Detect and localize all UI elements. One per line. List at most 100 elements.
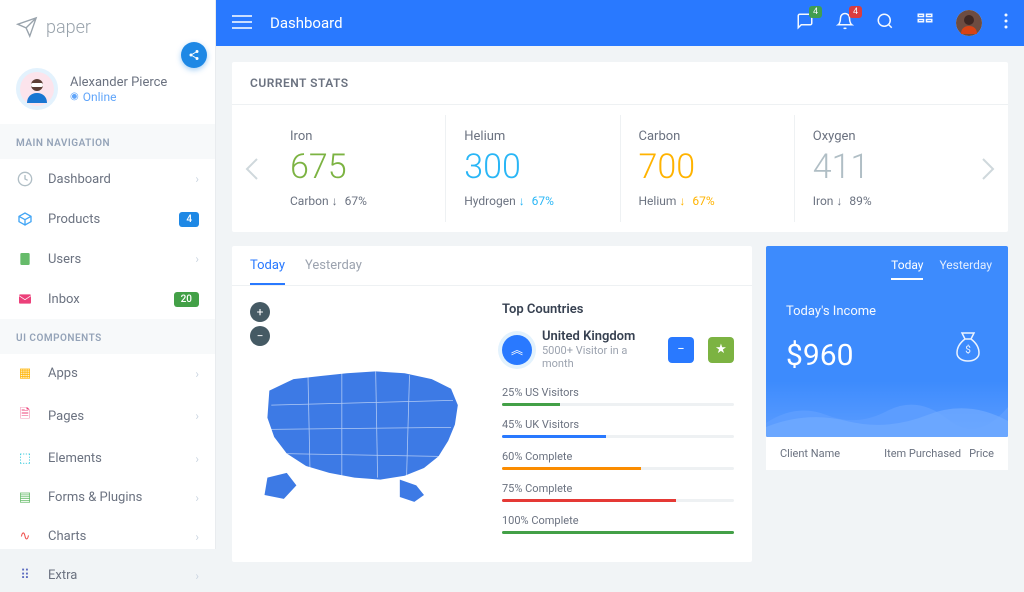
stat-value: 700 — [639, 150, 776, 184]
tab-today[interactable]: Today — [250, 258, 285, 285]
nav-header-main: MAIN NAVIGATION — [0, 124, 215, 159]
nav-icon: ▤ — [16, 490, 34, 505]
user-icon — [16, 251, 34, 267]
more-button[interactable] — [1004, 13, 1008, 33]
income-card: Today Yesterday Today's Income $960 $ — [766, 246, 1008, 437]
chevron-right-icon: › — [195, 530, 199, 544]
stat-title: Helium — [464, 129, 601, 144]
apps-button[interactable] — [916, 12, 934, 34]
nav-label: Pages — [48, 409, 84, 424]
income-amount: $960 — [786, 338, 853, 373]
apps-icon — [916, 12, 934, 30]
stat-helium: Helium300Hydrogen ↓ 67% — [446, 115, 620, 222]
scroll-up-icon[interactable]: ︽ — [502, 335, 532, 365]
sidebar-item-users[interactable]: Users › — [0, 239, 215, 279]
progress-label: 60% Complete — [502, 450, 734, 463]
paper-plane-icon — [16, 16, 38, 38]
chevron-right-icon: › — [195, 252, 199, 266]
share-button[interactable] — [181, 42, 207, 68]
nav-label: Apps — [48, 366, 78, 381]
messages-count: 4 — [809, 6, 822, 18]
sidebar-item-elements[interactable]: ⬚Elements› — [0, 439, 215, 478]
progress-bar — [502, 467, 734, 470]
stats-next[interactable] — [968, 155, 1008, 183]
zoom-out[interactable]: − — [250, 326, 270, 346]
envelope-icon — [16, 291, 34, 307]
notifications-button[interactable]: 4 — [836, 12, 854, 34]
nav-label: Products — [48, 212, 100, 227]
income-title: Today's Income — [786, 304, 988, 319]
sidebar-item-apps[interactable]: ▦Apps› — [0, 354, 215, 393]
country-action-2[interactable]: ★ — [708, 337, 734, 363]
countries-title: Top Countries — [502, 302, 734, 317]
page-title: Dashboard — [270, 14, 343, 32]
sidebar-item-inbox[interactable]: Inbox20 — [0, 279, 215, 319]
wave-chart — [766, 393, 1008, 437]
stat-sub: Carbon ↓ 67% — [290, 194, 427, 208]
svg-text:$: $ — [965, 343, 971, 356]
share-icon — [188, 49, 200, 61]
main-area: Dashboard 4 4 CURR — [216, 0, 1024, 549]
map-panel: Today Yesterday + − — [232, 246, 752, 562]
clients-table: Client Name Item Purchased Price — [766, 437, 1008, 470]
search-button[interactable] — [876, 12, 894, 34]
money-bag-icon: $ — [948, 325, 988, 365]
zoom-in[interactable]: + — [250, 302, 270, 322]
profile-avatar[interactable] — [956, 10, 982, 36]
progress-item: 25% US Visitors — [502, 386, 734, 406]
brand-text: paper — [46, 17, 91, 38]
user-panel[interactable]: Alexander Pierce Online — [0, 54, 215, 124]
stat-title: Iron — [290, 129, 427, 144]
avatar-icon — [19, 71, 55, 107]
sidebar-item-products[interactable]: Products 4 — [0, 199, 215, 239]
user-status: Online — [70, 90, 167, 104]
profile-icon — [956, 10, 982, 36]
progress-label: 100% Complete — [502, 514, 734, 527]
chevron-right-icon — [979, 155, 997, 183]
progress-bar — [502, 531, 734, 534]
chevron-right-icon: › — [195, 452, 199, 466]
stats-card: CURRENT STATS Iron 675 Carbon ↓ 67% Helium3… — [232, 62, 1008, 232]
income-tab-yesterday[interactable]: Yesterday — [939, 258, 992, 280]
messages-button[interactable]: 4 — [796, 12, 814, 34]
sidebar-item-forms-plugins[interactable]: ▤ Forms & Plugins › — [0, 478, 215, 517]
progress-label: 25% US Visitors — [502, 386, 734, 399]
progress-item: 75% Complete — [502, 482, 734, 502]
tachometer-icon — [16, 171, 34, 187]
topbar: Dashboard 4 4 — [216, 0, 1024, 46]
stat-value: 675 — [290, 150, 427, 184]
col-client: Client Name — [780, 447, 876, 460]
menu-toggle[interactable] — [232, 14, 252, 33]
box-icon — [16, 211, 34, 227]
user-name: Alexander Pierce — [70, 75, 167, 90]
stat-value: 411 — [813, 150, 950, 184]
nav-label: Users — [48, 252, 81, 267]
progress-bar — [502, 435, 734, 438]
usa-map[interactable] — [250, 352, 482, 507]
stats-header: CURRENT STATS — [232, 62, 1008, 105]
nav-icon: 🗎 — [16, 405, 34, 427]
chevron-right-icon: › — [195, 491, 199, 505]
stats-prev[interactable] — [232, 155, 272, 183]
sidebar-item-dashboard[interactable]: Dashboard› — [0, 159, 215, 199]
brand-logo[interactable]: paper — [0, 0, 215, 54]
nav-icon: ▦ — [16, 366, 34, 381]
income-tab-today[interactable]: Today — [891, 258, 923, 280]
user-avatar — [16, 68, 58, 110]
nav-label: Forms & Plugins — [48, 490, 142, 505]
tab-yesterday[interactable]: Yesterday — [305, 258, 362, 285]
stat-title: Carbon — [639, 129, 776, 144]
featured-country-name: United Kingdom — [542, 329, 658, 344]
sidebar-item-pages[interactable]: 🗎Pages› — [0, 393, 215, 439]
featured-country-desc: 5000+ Visitor in a month — [542, 344, 658, 370]
col-price: Price — [969, 447, 994, 460]
nav-label: Dashboard — [48, 172, 111, 187]
nav-icon: ∿ — [16, 529, 34, 544]
nav-badge: 4 — [179, 212, 199, 227]
stat-carbon: Carbon700Helium ↓ 67% — [621, 115, 795, 222]
country-action-1[interactable]: − — [668, 337, 694, 363]
nav-label: Charts — [48, 529, 86, 544]
nav-header-ui: UI COMPONENTS — [0, 319, 215, 354]
hamburger-icon — [232, 15, 252, 29]
nav-badge: 20 — [174, 292, 199, 307]
